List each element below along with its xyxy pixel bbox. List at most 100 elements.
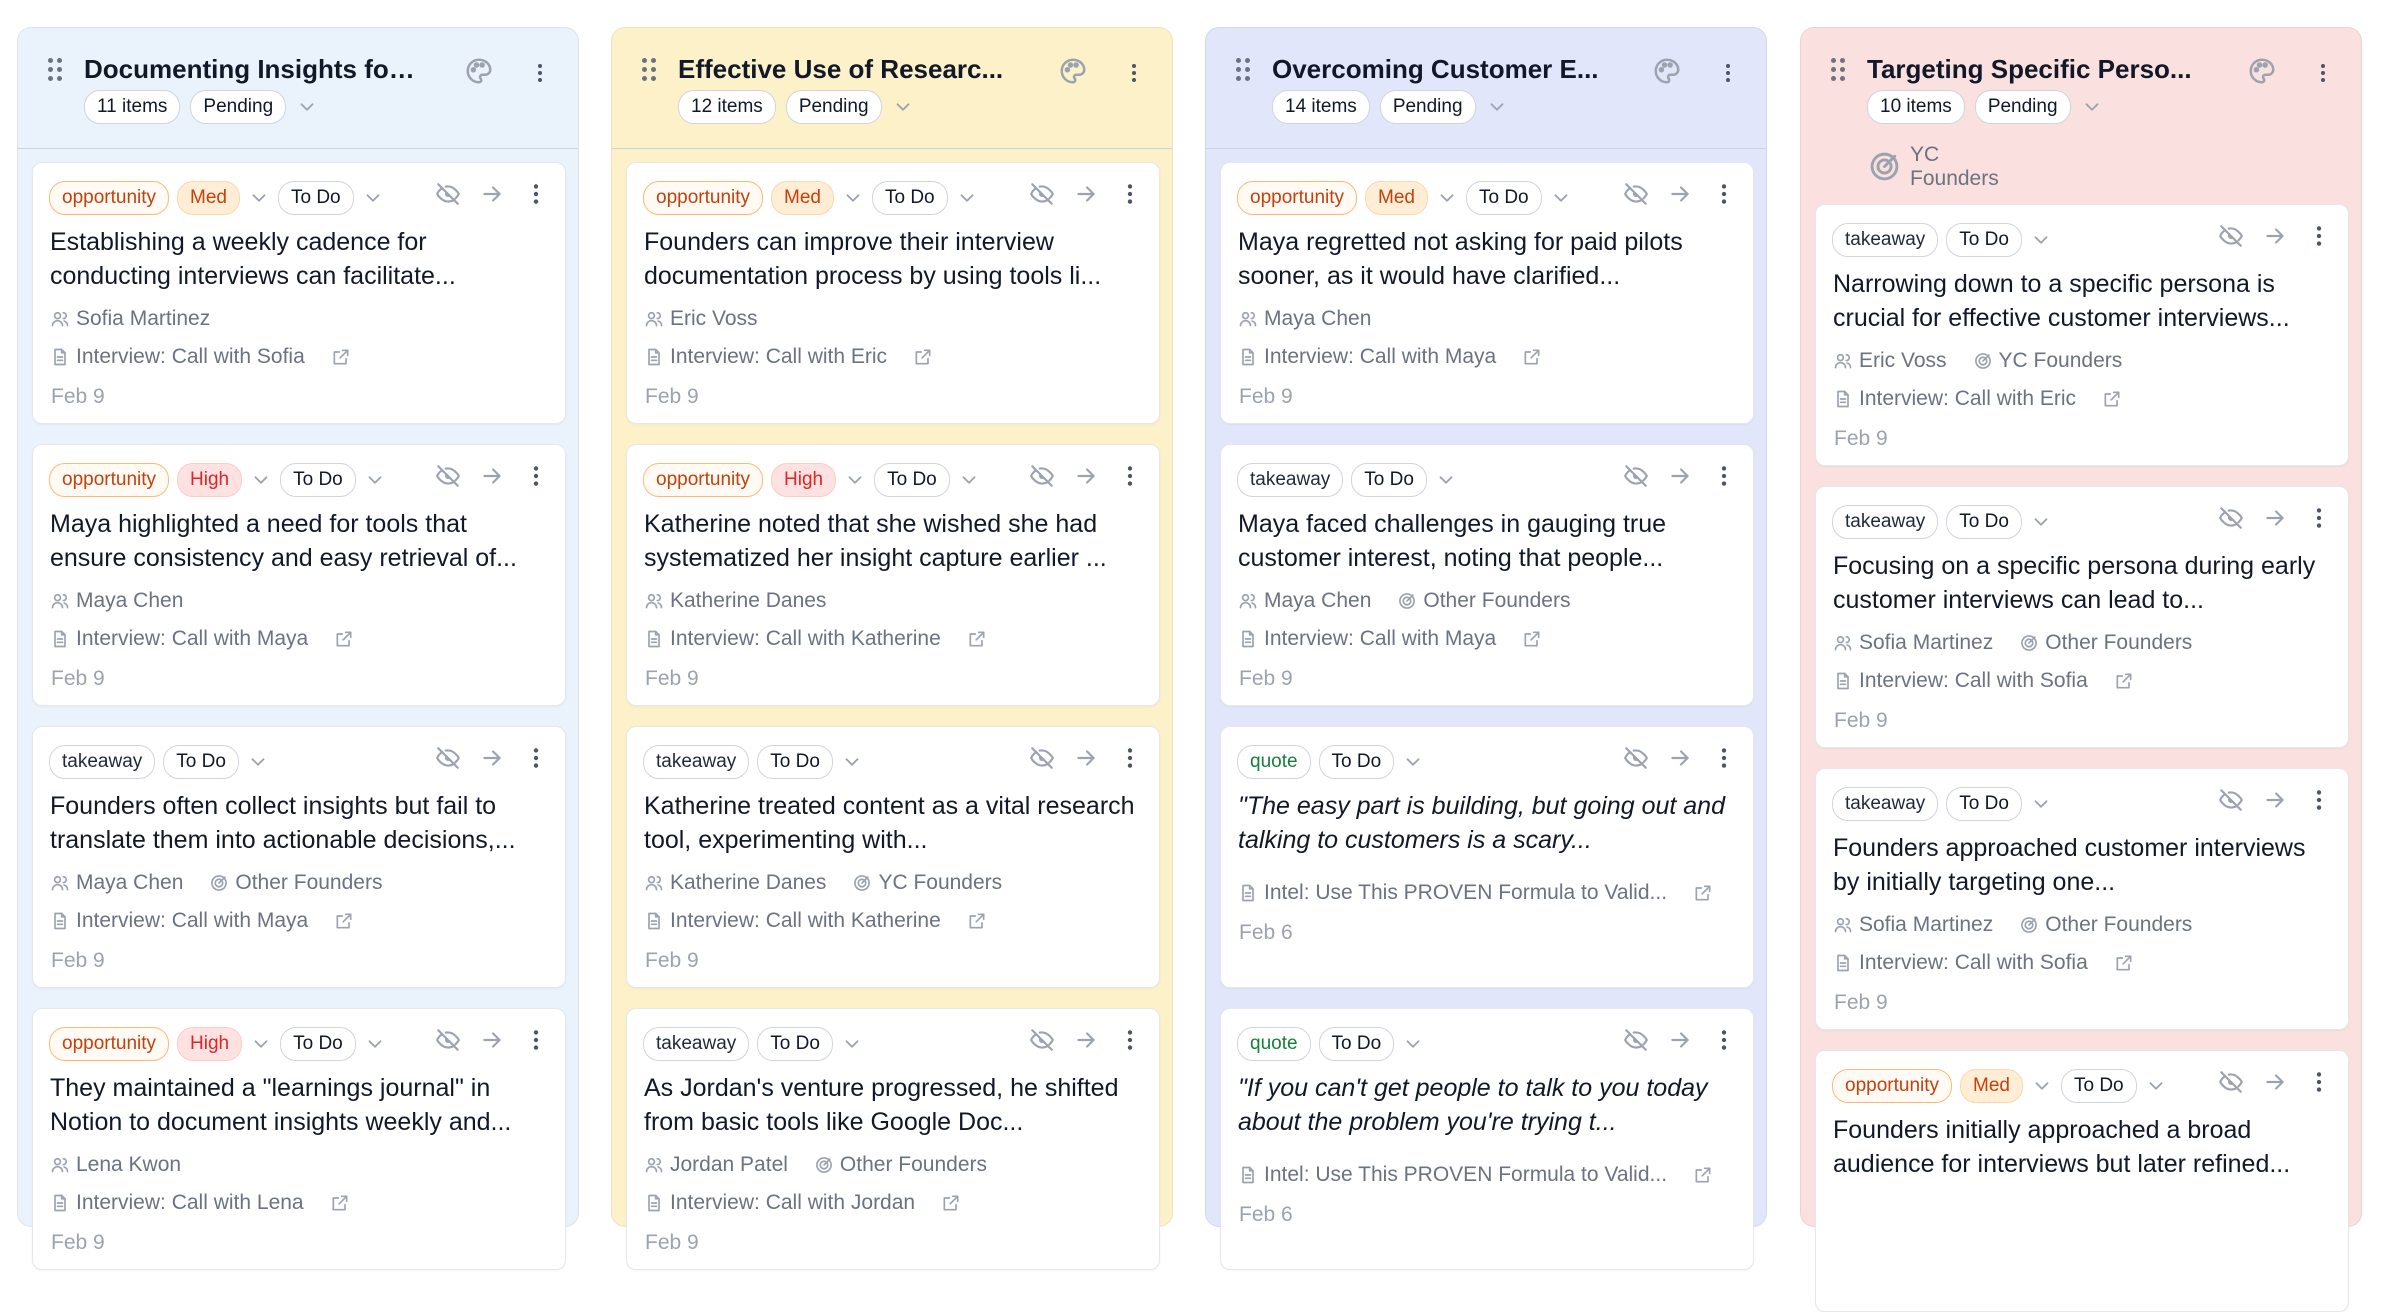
- external-link-icon[interactable]: [2102, 389, 2122, 409]
- eye-off-icon[interactable]: [435, 745, 461, 771]
- eye-off-icon[interactable]: [1029, 463, 1055, 489]
- eye-off-icon[interactable]: [1623, 463, 1649, 489]
- column-title[interactable]: Overcoming Customer E...: [1272, 54, 1612, 85]
- type-badge[interactable]: takeaway: [1832, 787, 1939, 821]
- column-title[interactable]: Effective Use of Researc...: [678, 54, 1018, 85]
- external-link-icon[interactable]: [967, 911, 987, 931]
- insight-card[interactable]: quote To Do "If you can't get people to ta…: [1220, 1008, 1754, 1270]
- source-link[interactable]: Interview: Call with Lena: [76, 1191, 304, 1215]
- card-text[interactable]: Maya regretted not asking for paid pilot…: [1238, 225, 1738, 293]
- eye-off-icon[interactable]: [1029, 745, 1055, 771]
- arrow-right-icon[interactable]: [1667, 1027, 1693, 1053]
- card-menu-icon[interactable]: [523, 745, 549, 771]
- source-link[interactable]: Interview: Call with Sofia: [1859, 669, 2088, 693]
- card-menu-icon[interactable]: [1711, 745, 1737, 771]
- status-badge[interactable]: To Do: [280, 463, 356, 497]
- card-text[interactable]: Founders can improve their interview doc…: [644, 225, 1144, 293]
- type-badge[interactable]: opportunity: [49, 1027, 170, 1061]
- status-badge[interactable]: To Do: [1946, 223, 2022, 257]
- card-text[interactable]: Katherine noted that she wished she had …: [644, 507, 1144, 575]
- arrow-right-icon[interactable]: [2262, 787, 2288, 813]
- priority-badge[interactable]: Med: [1365, 181, 1428, 215]
- arrow-right-icon[interactable]: [479, 1027, 505, 1053]
- card-source[interactable]: Interview: Call with Maya: [50, 909, 354, 933]
- card-menu-icon[interactable]: [2306, 1069, 2332, 1095]
- chevron-down-icon[interactable]: [841, 751, 863, 773]
- card-menu-icon[interactable]: [523, 1027, 549, 1053]
- insight-card[interactable]: opportunity High To Do Maya highlighted a n…: [32, 444, 566, 706]
- chevron-down-icon[interactable]: [842, 187, 864, 209]
- source-link[interactable]: Interview: Call with Eric: [1859, 387, 2076, 411]
- eye-off-icon[interactable]: [2218, 787, 2244, 813]
- priority-badge[interactable]: Med: [1960, 1069, 2023, 1103]
- status-badge[interactable]: To Do: [757, 1027, 833, 1061]
- insight-card[interactable]: takeaway To Do Maya faced challenges in ga…: [1220, 444, 1754, 706]
- chevron-down-icon[interactable]: [844, 469, 866, 491]
- type-badge[interactable]: takeaway: [1832, 505, 1939, 539]
- chevron-down-icon[interactable]: [250, 469, 272, 491]
- column-menu-icon[interactable]: [2311, 58, 2335, 88]
- source-link[interactable]: Intel: Use This PROVEN Formula to Valid.…: [1264, 881, 1667, 905]
- eye-off-icon[interactable]: [1623, 1027, 1649, 1053]
- card-menu-icon[interactable]: [2306, 505, 2332, 531]
- column-status-badge[interactable]: Pending: [785, 90, 882, 124]
- chevron-down-icon[interactable]: [1486, 96, 1508, 118]
- insight-card[interactable]: takeaway To Do As Jordan's venture progres…: [626, 1008, 1160, 1270]
- insight-card[interactable]: takeaway To Do Narrowing down to a specifi…: [1815, 204, 2349, 466]
- source-link[interactable]: Interview: Call with Maya: [76, 909, 308, 933]
- arrow-right-icon[interactable]: [2262, 223, 2288, 249]
- card-menu-icon[interactable]: [1711, 181, 1737, 207]
- eye-off-icon[interactable]: [2218, 505, 2244, 531]
- eye-off-icon[interactable]: [2218, 223, 2244, 249]
- chevron-down-icon[interactable]: [1402, 751, 1424, 773]
- source-link[interactable]: Interview: Call with Eric: [670, 345, 887, 369]
- arrow-right-icon[interactable]: [1073, 745, 1099, 771]
- card-menu-icon[interactable]: [1117, 181, 1143, 207]
- arrow-right-icon[interactable]: [1073, 463, 1099, 489]
- card-text[interactable]: "If you can't get people to talk to you …: [1238, 1071, 1738, 1139]
- source-link[interactable]: Interview: Call with Maya: [1264, 627, 1496, 651]
- eye-off-icon[interactable]: [2218, 1069, 2244, 1095]
- column-menu-icon[interactable]: [1122, 58, 1146, 88]
- source-link[interactable]: Intel: Use This PROVEN Formula to Valid.…: [1264, 1163, 1667, 1187]
- arrow-right-icon[interactable]: [2262, 1069, 2288, 1095]
- card-source[interactable]: Interview: Call with Katherine: [644, 627, 987, 651]
- external-link-icon[interactable]: [913, 347, 933, 367]
- chevron-down-icon[interactable]: [296, 96, 318, 118]
- card-text[interactable]: Narrowing down to a specific persona is …: [1833, 267, 2333, 335]
- card-text[interactable]: Maya highlighted a need for tools that e…: [50, 507, 550, 575]
- insight-card[interactable]: opportunity High To Do They maintained a "l…: [32, 1008, 566, 1270]
- insight-card[interactable]: takeaway To Do Katherine treated content a…: [626, 726, 1160, 988]
- chevron-down-icon[interactable]: [958, 469, 980, 491]
- card-text[interactable]: Maya faced challenges in gauging true cu…: [1238, 507, 1738, 575]
- card-source[interactable]: Interview: Call with Maya: [1238, 627, 1542, 651]
- arrow-right-icon[interactable]: [479, 463, 505, 489]
- palette-icon[interactable]: [1652, 56, 1682, 86]
- type-badge[interactable]: opportunity: [1237, 181, 1358, 215]
- card-text[interactable]: As Jordan's venture progressed, he shift…: [644, 1071, 1144, 1139]
- arrow-right-icon[interactable]: [1073, 1027, 1099, 1053]
- type-badge[interactable]: opportunity: [49, 181, 170, 215]
- status-badge[interactable]: To Do: [2060, 1069, 2137, 1103]
- chevron-down-icon[interactable]: [841, 1033, 863, 1055]
- type-badge[interactable]: opportunity: [1832, 1069, 1953, 1103]
- status-badge[interactable]: To Do: [1351, 463, 1427, 497]
- priority-badge[interactable]: High: [177, 1027, 243, 1061]
- type-badge[interactable]: opportunity: [643, 463, 764, 497]
- card-source[interactable]: Interview: Call with Eric: [644, 345, 933, 369]
- palette-icon[interactable]: [2247, 56, 2277, 86]
- external-link-icon[interactable]: [330, 1193, 350, 1213]
- arrow-right-icon[interactable]: [1073, 181, 1099, 207]
- drag-handle-icon[interactable]: [48, 58, 62, 82]
- column-status-badge[interactable]: Pending: [1379, 90, 1476, 124]
- chevron-down-icon[interactable]: [892, 96, 914, 118]
- status-badge[interactable]: To Do: [1318, 1027, 1395, 1061]
- type-badge[interactable]: takeaway: [643, 1027, 750, 1061]
- column-status-badge[interactable]: Pending: [190, 90, 287, 124]
- eye-off-icon[interactable]: [1623, 181, 1649, 207]
- insight-card[interactable]: takeaway To Do Focusing on a specific pers…: [1815, 486, 2349, 748]
- drag-handle-icon[interactable]: [642, 58, 656, 82]
- status-badge[interactable]: To Do: [1465, 181, 1542, 215]
- insight-card[interactable]: opportunity Med To Do Founders can improve …: [626, 162, 1160, 424]
- card-text[interactable]: They maintained a "learnings journal" in…: [50, 1071, 550, 1139]
